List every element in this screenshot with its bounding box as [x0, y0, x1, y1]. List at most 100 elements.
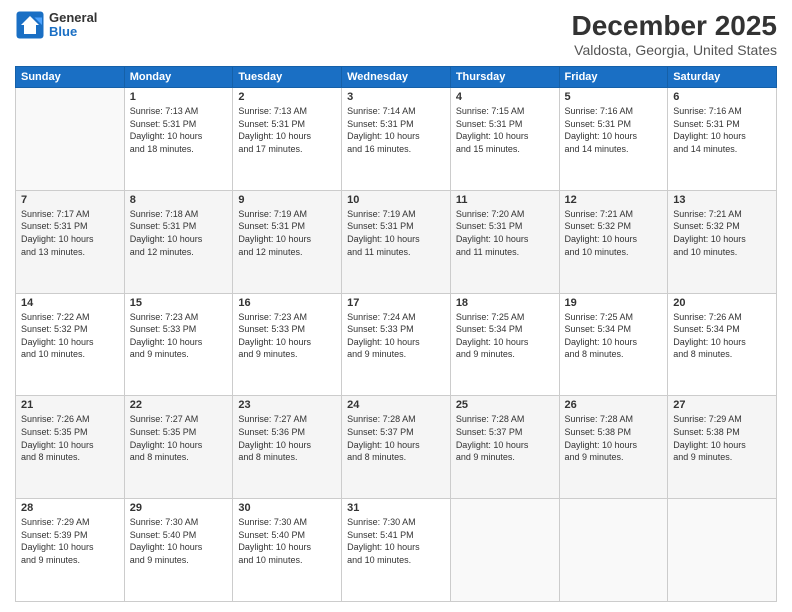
table-cell: 24Sunrise: 7:28 AM Sunset: 5:37 PM Dayli… — [342, 396, 451, 499]
table-cell: 26 Sunrise: 7:28 AM Sunset: 5:38 PM Dayli… — [559, 396, 668, 499]
cell-day-number: 21 — [21, 399, 119, 411]
cell-info-text: Sunrise: 7:18 AM Sunset: 5:31 PM Dayligh… — [130, 208, 228, 258]
cell-day-number: 9 — [238, 194, 336, 206]
logo: General Blue — [15, 10, 97, 40]
cell-info-text: Sunrise: 7:26 AM Sunset: 5:34 PM Dayligh… — [673, 311, 771, 361]
col-tuesday: Tuesday — [233, 67, 342, 88]
cell-info-text: Sunrise: 7:25 AM Sunset: 5:34 PM Dayligh… — [565, 311, 663, 361]
cell-info-text: Sunrise: 7:30 AM Sunset: 5:40 PM Dayligh… — [238, 516, 336, 566]
calendar-week-row: 7Sunrise: 7:17 AM Sunset: 5:31 PM Daylig… — [16, 190, 777, 293]
title-block: December 2025 Valdosta, Georgia, United … — [572, 10, 777, 58]
table-cell: 9Sunrise: 7:19 AM Sunset: 5:31 PM Daylig… — [233, 190, 342, 293]
table-cell: 22 Sunrise: 7:27 AM Sunset: 5:35 PM Dayli… — [124, 396, 233, 499]
cell-day-number: 14 — [21, 297, 119, 309]
cell-info-text: Sunrise: 7:13 AM Sunset: 5:31 PM Dayligh… — [238, 105, 336, 155]
page: General Blue December 2025 Valdosta, Geo… — [0, 0, 792, 612]
cell-info-text: Sunrise: 7:27 AM Sunset: 5:36 PM Dayligh… — [238, 413, 336, 463]
table-cell: 29Sunrise: 7:30 AM Sunset: 5:40 PM Dayli… — [124, 499, 233, 602]
cell-day-number: 2 — [238, 91, 336, 103]
cell-info-text: Sunrise: 7:23 AM Sunset: 5:33 PM Dayligh… — [130, 311, 228, 361]
table-cell: 28Sunrise: 7:29 AM Sunset: 5:39 PM Dayli… — [16, 499, 125, 602]
table-cell: 7Sunrise: 7:17 AM Sunset: 5:31 PM Daylig… — [16, 190, 125, 293]
cell-day-number: 22 — [130, 399, 228, 411]
cell-day-number: 1 — [130, 91, 228, 103]
table-cell — [559, 499, 668, 602]
cell-day-number: 15 — [130, 297, 228, 309]
cell-day-number: 23 — [238, 399, 336, 411]
table-cell: 5 Sunrise: 7:16 AM Sunset: 5:31 PM Daylig… — [559, 88, 668, 191]
logo-general-text: General — [49, 11, 97, 25]
table-cell — [16, 88, 125, 191]
table-cell: 30 Sunrise: 7:30 AM Sunset: 5:40 PM Dayli… — [233, 499, 342, 602]
cell-info-text: Sunrise: 7:16 AM Sunset: 5:31 PM Dayligh… — [565, 105, 663, 155]
cell-day-number: 11 — [456, 194, 554, 206]
cell-day-number: 28 — [21, 502, 119, 514]
table-cell: 3Sunrise: 7:14 AM Sunset: 5:31 PM Daylig… — [342, 88, 451, 191]
col-wednesday: Wednesday — [342, 67, 451, 88]
cell-day-number: 25 — [456, 399, 554, 411]
col-thursday: Thursday — [450, 67, 559, 88]
cell-info-text: Sunrise: 7:28 AM Sunset: 5:37 PM Dayligh… — [456, 413, 554, 463]
cell-day-number: 20 — [673, 297, 771, 309]
table-cell — [668, 499, 777, 602]
logo-blue-text: Blue — [49, 25, 97, 39]
table-cell — [450, 499, 559, 602]
table-cell: 13Sunrise: 7:21 AM Sunset: 5:32 PM Dayli… — [668, 190, 777, 293]
cell-info-text: Sunrise: 7:28 AM Sunset: 5:38 PM Dayligh… — [565, 413, 663, 463]
table-cell: 6Sunrise: 7:16 AM Sunset: 5:31 PM Daylig… — [668, 88, 777, 191]
calendar-week-row: 21Sunrise: 7:26 AM Sunset: 5:35 PM Dayli… — [16, 396, 777, 499]
calendar-week-row: 14 Sunrise: 7:22 AM Sunset: 5:32 PM Dayli… — [16, 293, 777, 396]
cell-info-text: Sunrise: 7:15 AM Sunset: 5:31 PM Dayligh… — [456, 105, 554, 155]
table-cell: 2 Sunrise: 7:13 AM Sunset: 5:31 PM Daylig… — [233, 88, 342, 191]
col-saturday: Saturday — [668, 67, 777, 88]
calendar-week-row: 28Sunrise: 7:29 AM Sunset: 5:39 PM Dayli… — [16, 499, 777, 602]
table-cell: 25 Sunrise: 7:28 AM Sunset: 5:37 PM Dayli… — [450, 396, 559, 499]
table-cell: 17 Sunrise: 7:24 AM Sunset: 5:33 PM Dayli… — [342, 293, 451, 396]
cell-info-text: Sunrise: 7:27 AM Sunset: 5:35 PM Dayligh… — [130, 413, 228, 463]
cell-day-number: 27 — [673, 399, 771, 411]
logo-text: General Blue — [49, 11, 97, 40]
cell-day-number: 18 — [456, 297, 554, 309]
cell-day-number: 5 — [565, 91, 663, 103]
cell-day-number: 30 — [238, 502, 336, 514]
cell-info-text: Sunrise: 7:30 AM Sunset: 5:40 PM Dayligh… — [130, 516, 228, 566]
cell-day-number: 8 — [130, 194, 228, 206]
col-friday: Friday — [559, 67, 668, 88]
calendar-table: Sunday Monday Tuesday Wednesday Thursday… — [15, 66, 777, 602]
cell-info-text: Sunrise: 7:29 AM Sunset: 5:38 PM Dayligh… — [673, 413, 771, 463]
cell-day-number: 3 — [347, 91, 445, 103]
table-cell: 10Sunrise: 7:19 AM Sunset: 5:31 PM Dayli… — [342, 190, 451, 293]
col-sunday: Sunday — [16, 67, 125, 88]
cell-day-number: 17 — [347, 297, 445, 309]
cell-day-number: 4 — [456, 91, 554, 103]
table-cell: 16 Sunrise: 7:23 AM Sunset: 5:33 PM Dayli… — [233, 293, 342, 396]
col-monday: Monday — [124, 67, 233, 88]
subtitle: Valdosta, Georgia, United States — [572, 42, 777, 58]
cell-day-number: 12 — [565, 194, 663, 206]
cell-day-number: 31 — [347, 502, 445, 514]
cell-day-number: 19 — [565, 297, 663, 309]
cell-info-text: Sunrise: 7:23 AM Sunset: 5:33 PM Dayligh… — [238, 311, 336, 361]
calendar-header-row: Sunday Monday Tuesday Wednesday Thursday… — [16, 67, 777, 88]
table-cell: 31 Sunrise: 7:30 AM Sunset: 5:41 PM Dayli… — [342, 499, 451, 602]
cell-info-text: Sunrise: 7:21 AM Sunset: 5:32 PM Dayligh… — [673, 208, 771, 258]
cell-info-text: Sunrise: 7:30 AM Sunset: 5:41 PM Dayligh… — [347, 516, 445, 566]
cell-day-number: 7 — [21, 194, 119, 206]
table-cell: 14 Sunrise: 7:22 AM Sunset: 5:32 PM Dayli… — [16, 293, 125, 396]
cell-info-text: Sunrise: 7:24 AM Sunset: 5:33 PM Dayligh… — [347, 311, 445, 361]
cell-info-text: Sunrise: 7:22 AM Sunset: 5:32 PM Dayligh… — [21, 311, 119, 361]
cell-info-text: Sunrise: 7:21 AM Sunset: 5:32 PM Dayligh… — [565, 208, 663, 258]
cell-info-text: Sunrise: 7:25 AM Sunset: 5:34 PM Dayligh… — [456, 311, 554, 361]
table-cell: 4 Sunrise: 7:15 AM Sunset: 5:31 PM Daylig… — [450, 88, 559, 191]
table-cell: 21Sunrise: 7:26 AM Sunset: 5:35 PM Dayli… — [16, 396, 125, 499]
main-title: December 2025 — [572, 10, 777, 42]
table-cell: 12 Sunrise: 7:21 AM Sunset: 5:32 PM Dayli… — [559, 190, 668, 293]
table-cell: 18 Sunrise: 7:25 AM Sunset: 5:34 PM Dayli… — [450, 293, 559, 396]
cell-day-number: 16 — [238, 297, 336, 309]
cell-info-text: Sunrise: 7:20 AM Sunset: 5:31 PM Dayligh… — [456, 208, 554, 258]
table-cell: 23 Sunrise: 7:27 AM Sunset: 5:36 PM Dayli… — [233, 396, 342, 499]
table-cell: 8 Sunrise: 7:18 AM Sunset: 5:31 PM Daylig… — [124, 190, 233, 293]
cell-day-number: 26 — [565, 399, 663, 411]
cell-info-text: Sunrise: 7:13 AM Sunset: 5:31 PM Dayligh… — [130, 105, 228, 155]
logo-icon — [15, 10, 45, 40]
